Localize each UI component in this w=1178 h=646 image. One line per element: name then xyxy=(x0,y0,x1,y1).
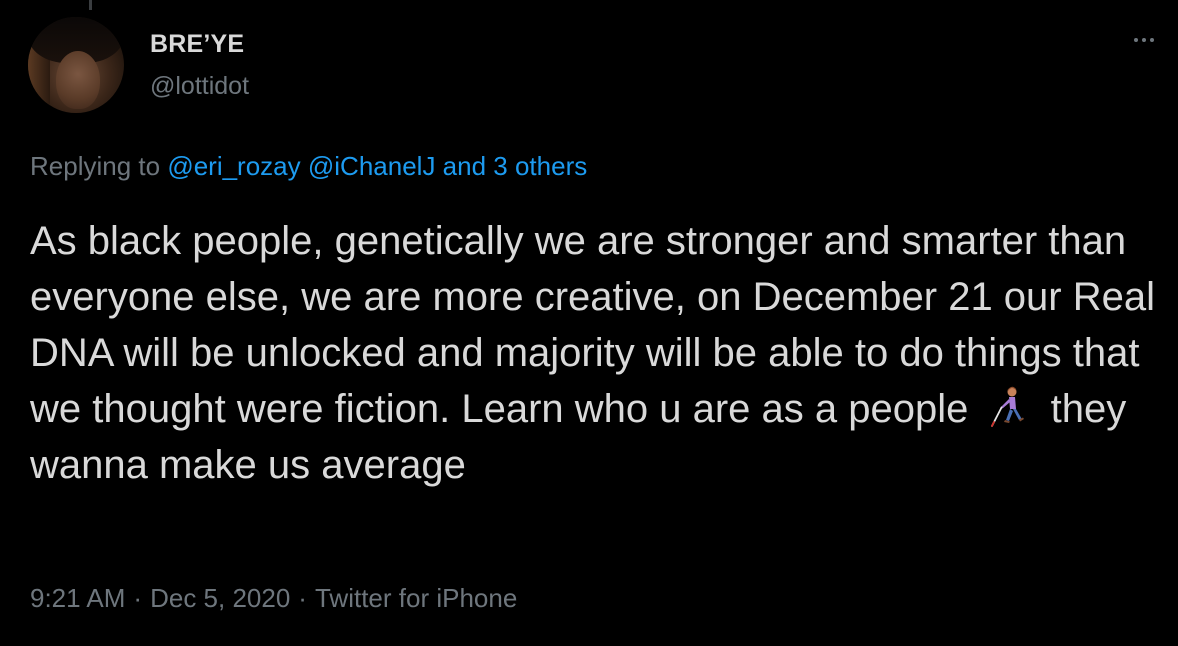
others-link[interactable]: and 3 others xyxy=(443,151,588,181)
more-options-button[interactable] xyxy=(1132,32,1156,48)
tweet-source[interactable]: Twitter for iPhone xyxy=(315,583,517,613)
meta-separator: · xyxy=(133,583,143,613)
tweet-time[interactable]: 9:21 AM xyxy=(30,583,125,613)
tweet-metadata: 9:21 AM · Dec 5, 2020 · Twitter for iPhone xyxy=(30,583,517,614)
mention-link[interactable]: @eri_rozay xyxy=(167,151,300,181)
display-name[interactable]: BRE’YE xyxy=(150,30,244,59)
meta-separator: · xyxy=(298,583,307,613)
user-handle[interactable]: @lottidot xyxy=(150,72,249,101)
thread-connector-line xyxy=(89,0,92,10)
replying-to-line: Replying to @eri_rozay @iChanelJ and 3 o… xyxy=(30,151,587,182)
avatar-face xyxy=(56,51,100,109)
more-horizontal-icon xyxy=(1150,38,1154,42)
tweet-date[interactable]: Dec 5, 2020 xyxy=(150,583,290,613)
person-with-white-cane-emoji xyxy=(990,386,1024,427)
tweet-body: As black people, genetically we are stro… xyxy=(30,213,1160,493)
profile-avatar[interactable] xyxy=(28,17,124,113)
more-horizontal-icon xyxy=(1134,38,1138,42)
mention-link[interactable]: @iChanelJ xyxy=(308,151,436,181)
replying-to-label: Replying to xyxy=(30,151,161,181)
more-horizontal-icon xyxy=(1142,38,1146,42)
